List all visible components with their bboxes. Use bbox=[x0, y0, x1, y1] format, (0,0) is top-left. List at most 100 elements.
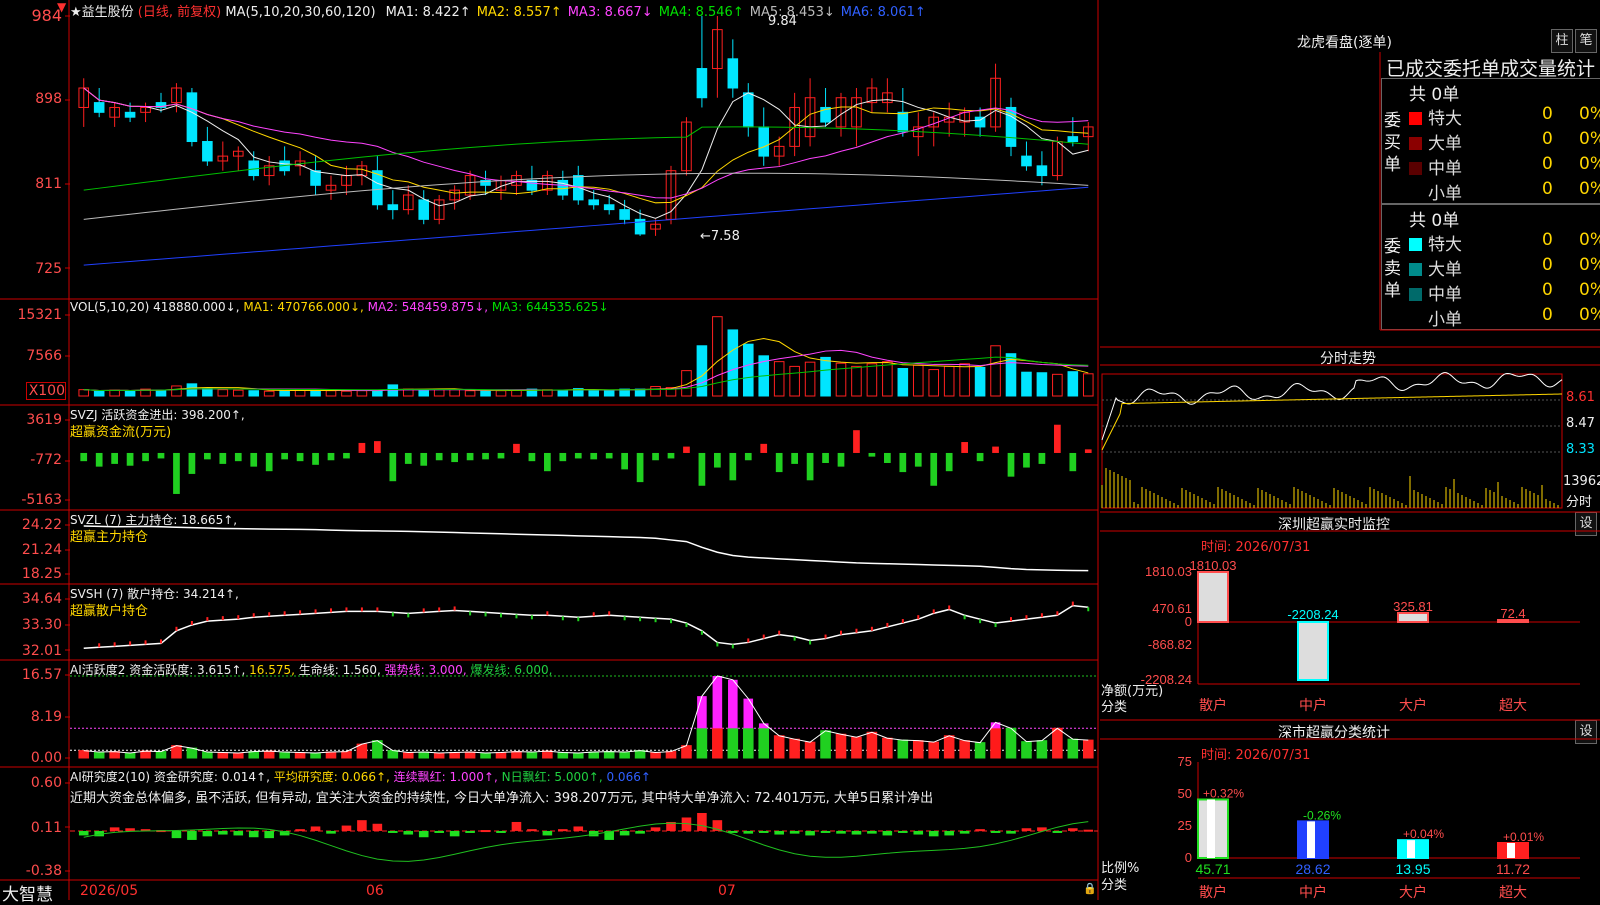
longhu-title: 龙虎看盘(逐单) bbox=[1297, 35, 1392, 51]
stock-period[interactable]: (日线, 前复权) bbox=[138, 5, 221, 20]
activity-bar bbox=[341, 751, 352, 759]
buy-row: 小单 0 0% bbox=[1409, 179, 1600, 204]
activity-bar bbox=[650, 752, 661, 759]
volume-bar bbox=[263, 390, 275, 397]
sz-class-xlabel: 分类 bbox=[1101, 878, 1128, 893]
volume-bar bbox=[696, 345, 708, 397]
sz-monitor-value: 325.81 bbox=[1393, 599, 1433, 614]
activity-bar bbox=[202, 751, 213, 759]
volume-bar bbox=[109, 389, 120, 397]
research-bar bbox=[465, 830, 475, 833]
fund-flow-bar bbox=[636, 452, 644, 483]
sz-monitor-value: 1810.03 bbox=[1190, 558, 1237, 573]
fund-flow-bar bbox=[605, 452, 613, 459]
candle-body bbox=[742, 92, 754, 128]
buy-row: 大单 0 0% bbox=[1409, 129, 1600, 154]
activity-bar bbox=[727, 727, 739, 759]
volume-bar bbox=[882, 361, 893, 397]
buy-row-count: 0 bbox=[1542, 154, 1553, 174]
arrow-down-icon[interactable]: ▼ bbox=[57, 0, 66, 14]
activity-burst-bar bbox=[728, 679, 738, 729]
ai-research-title: AI研究度2(10) 资金研究度: 0.014↑, bbox=[70, 770, 270, 784]
ai-research-last: 0.066↑ bbox=[606, 770, 651, 784]
ma60-line bbox=[83, 172, 1089, 220]
activity-bar bbox=[294, 752, 306, 759]
volume-bar bbox=[959, 363, 970, 397]
volume-bar bbox=[449, 389, 460, 397]
ma120-line bbox=[83, 186, 1089, 266]
fund-flow-bar bbox=[714, 452, 721, 468]
sz-monitor-bar bbox=[1197, 571, 1229, 623]
activity-bar bbox=[1067, 738, 1079, 759]
research-bar bbox=[542, 830, 553, 836]
fund-flow-bar bbox=[157, 452, 165, 459]
low-price-label: ←7.58 bbox=[700, 229, 740, 244]
main-chart-canvas[interactable] bbox=[0, 0, 1100, 900]
volume-bar bbox=[928, 369, 940, 397]
ai-research-axis-mid: 0.11 bbox=[30, 820, 62, 836]
lock-icon[interactable]: 🔒 bbox=[1083, 882, 1097, 895]
volume-bar bbox=[742, 343, 754, 397]
volume-bar bbox=[1021, 371, 1032, 397]
sell-row-count: 0 bbox=[1542, 230, 1553, 250]
fund-flow-bar bbox=[698, 452, 706, 486]
candle-body bbox=[588, 199, 600, 206]
research-bar bbox=[233, 830, 244, 836]
ai-research-comment: 近期大资金总体偏多, 虽不活跃, 但有异动, 宜关注大资金的持续性, 今日大单净… bbox=[70, 791, 934, 806]
fund-flow-bar bbox=[312, 452, 319, 465]
sz-class-settings-button[interactable]: 设 bbox=[1575, 720, 1597, 744]
sell-color-swatch bbox=[1409, 288, 1422, 301]
vol-title: VOL(5,10,20) bbox=[70, 300, 150, 314]
activity-bar bbox=[480, 752, 491, 759]
fenshi-price-line bbox=[1101, 372, 1563, 441]
research-bar bbox=[928, 830, 939, 837]
activity-bar bbox=[866, 731, 878, 759]
fund-flow-bar bbox=[497, 452, 505, 459]
research-bar bbox=[171, 830, 182, 839]
column-view-button[interactable]: 柱 bbox=[1551, 29, 1573, 53]
candle-body bbox=[387, 204, 399, 211]
candle-body bbox=[696, 68, 708, 99]
svzj-axis-mid: -772 bbox=[30, 452, 62, 468]
sz-class-axis: 75 bbox=[1178, 754, 1192, 769]
activity-bar bbox=[511, 751, 522, 759]
research-bar bbox=[913, 830, 924, 835]
buy-orders-label: 委买单 bbox=[1384, 111, 1401, 175]
research-bar bbox=[867, 830, 877, 834]
activity-bar bbox=[804, 741, 816, 759]
sell-row: 特大 0 0% bbox=[1409, 230, 1600, 255]
high-price-label: 9.84 bbox=[768, 14, 797, 29]
svzl-axis-mid: 21.24 bbox=[21, 542, 62, 558]
stock-name[interactable]: ★益生股份 bbox=[70, 5, 134, 20]
sell-row-label: 中单 bbox=[1428, 285, 1462, 305]
research-bar bbox=[558, 829, 568, 832]
volume-bar bbox=[1082, 373, 1094, 397]
activity-bar bbox=[217, 752, 229, 759]
research-bar bbox=[496, 830, 506, 833]
activity-bar bbox=[851, 736, 862, 759]
volume-bar bbox=[588, 389, 600, 397]
fund-flow-bar bbox=[652, 452, 659, 461]
sz-monitor-time: 时间: 2026/07/31 bbox=[1201, 540, 1311, 555]
axis-984: 984 bbox=[31, 6, 62, 25]
activity-bar bbox=[464, 751, 476, 759]
vol-axis-unit[interactable]: X100 bbox=[26, 382, 66, 400]
ai-research-avg: 平均研究度: 0.066↑, bbox=[273, 770, 390, 784]
buy-color-swatch bbox=[1409, 112, 1422, 125]
activity-burst-bar bbox=[697, 696, 707, 729]
volume-bar bbox=[186, 383, 198, 397]
sell-row-label: 小单 bbox=[1428, 310, 1462, 330]
fund-flow-bar bbox=[435, 452, 443, 461]
candle-body bbox=[124, 111, 136, 118]
fund-flow-bar bbox=[296, 452, 304, 462]
sz-monitor-settings-button[interactable]: 设 bbox=[1575, 512, 1597, 536]
activity-bar bbox=[124, 752, 136, 759]
sz-class-category: 超大 bbox=[1499, 884, 1527, 900]
ai-research-axis-top: 0.60 bbox=[30, 775, 62, 791]
activity-bar bbox=[959, 740, 970, 759]
buy-row-percent: 0% bbox=[1579, 179, 1600, 199]
tick-view-button[interactable]: 笔 bbox=[1575, 29, 1597, 53]
activity-bar bbox=[820, 730, 831, 759]
volume-bar bbox=[155, 389, 167, 397]
fund-flow-bar bbox=[914, 452, 922, 467]
